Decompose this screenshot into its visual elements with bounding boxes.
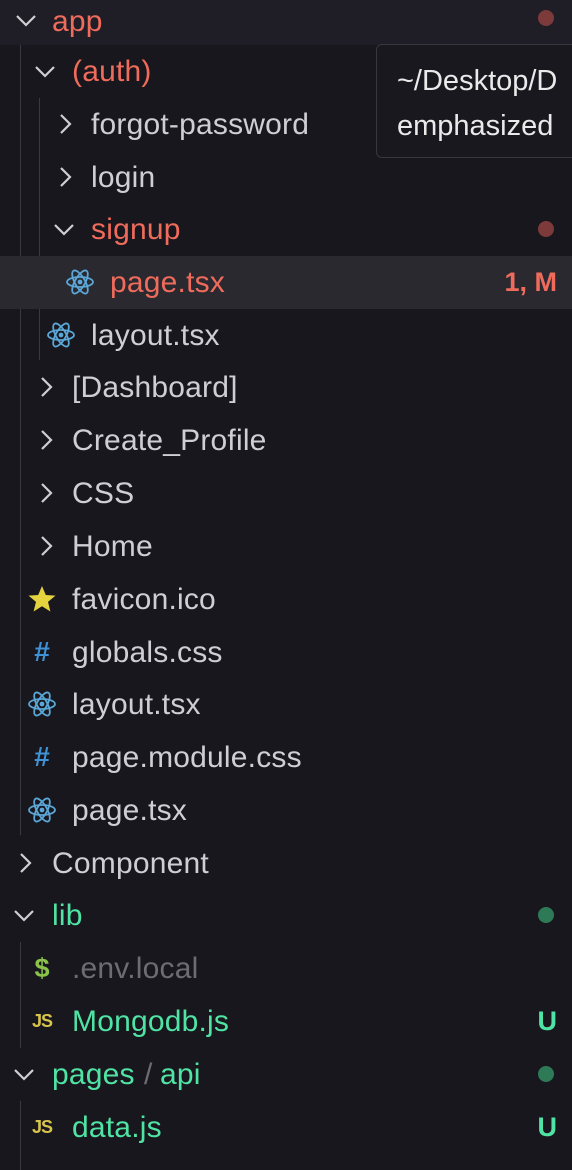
file-label-data-js: data.js xyxy=(72,1111,162,1144)
folder-label-dashboard: [Dashboard] xyxy=(72,371,238,404)
chevron-right-icon xyxy=(54,112,78,136)
chevron-right-icon xyxy=(54,165,78,189)
tooltip-path-text: ~/Desktop/D xyxy=(397,65,558,97)
tree-row-signup-page[interactable]: page.tsx 1, M xyxy=(0,256,572,309)
modified-dot xyxy=(538,10,554,26)
tree-row-dashboard[interactable]: [Dashboard] xyxy=(0,361,572,414)
tree-row-favicon[interactable]: favicon.ico xyxy=(0,573,572,626)
file-explorer-tree: app (auth) forgot-password login signup xyxy=(0,0,572,1170)
path-tooltip: ~/Desktop/D emphasized xyxy=(376,44,572,158)
tree-row-data-js[interactable]: JS data.js U xyxy=(0,1101,572,1154)
hash-icon: # xyxy=(34,636,50,667)
file-label-mongodb: Mongodb.js xyxy=(72,1005,230,1038)
file-label-auth-layout: layout.tsx xyxy=(91,319,220,352)
chevron-down-icon xyxy=(52,217,76,241)
chevron-right-icon xyxy=(35,375,59,399)
folder-label-login: login xyxy=(91,161,156,194)
react-icon xyxy=(27,689,57,719)
untracked-badge: U xyxy=(537,1006,558,1036)
file-label-signup-page: page.tsx xyxy=(110,266,226,299)
js-icon: JS xyxy=(31,1010,53,1031)
folder-label-home: Home xyxy=(72,530,153,563)
react-icon xyxy=(46,320,76,350)
react-icon xyxy=(27,795,57,825)
chevron-right-icon xyxy=(35,481,59,505)
folder-label-app: app xyxy=(52,5,103,38)
modified-dot xyxy=(538,221,554,237)
file-label-app-page: page.tsx xyxy=(72,794,188,827)
tree-row-component[interactable]: Component xyxy=(0,837,572,890)
tree-row-create-profile[interactable]: Create_Profile xyxy=(0,414,572,467)
untracked-dot xyxy=(538,1066,554,1082)
folder-label-lib: lib xyxy=(52,899,83,932)
js-icon: JS xyxy=(31,1116,53,1137)
tree-row-signup[interactable]: signup xyxy=(0,203,572,256)
folder-label-api: api xyxy=(160,1058,201,1091)
tree-row-app[interactable]: app xyxy=(0,0,572,45)
tree-row-home[interactable]: Home xyxy=(0,520,572,573)
tree-row-pages-api[interactable]: pages / api xyxy=(0,1048,572,1101)
chevron-right-icon xyxy=(35,428,59,452)
untracked-dot xyxy=(538,907,554,923)
react-icon xyxy=(65,267,95,297)
folder-label-auth: (auth) xyxy=(72,55,152,88)
file-label-globals-css: globals.css xyxy=(72,636,223,669)
dollar-icon: $ xyxy=(34,952,50,983)
tooltip-status-text: emphasized xyxy=(397,110,554,142)
folder-label-pages: pages xyxy=(52,1058,135,1091)
tree-row-page-module-css[interactable]: # page.module.css xyxy=(0,731,572,784)
folder-label-component: Component xyxy=(52,847,209,880)
chevron-down-icon xyxy=(33,59,57,83)
hash-icon: # xyxy=(34,741,50,772)
chevron-right-icon xyxy=(14,851,38,875)
tree-row-lib[interactable]: lib xyxy=(0,889,572,942)
tree-row-env-local[interactable]: $ .env.local xyxy=(0,942,572,995)
tree-row-auth-layout[interactable]: layout.tsx xyxy=(0,309,572,362)
problems-modified-badge: 1, M xyxy=(504,267,557,297)
tree-row-login[interactable]: login xyxy=(0,151,572,204)
chevron-down-icon xyxy=(12,1062,36,1086)
chevron-down-icon xyxy=(12,903,36,927)
tree-row-app-layout[interactable]: layout.tsx xyxy=(0,678,572,731)
file-label-page-module-css: page.module.css xyxy=(72,741,302,774)
star-icon xyxy=(27,584,57,614)
chevron-down-icon xyxy=(14,8,38,32)
folder-label-css: CSS xyxy=(72,477,135,510)
untracked-badge: U xyxy=(537,1112,558,1142)
folder-label-create-profile: Create_Profile xyxy=(72,424,267,457)
chevron-right-icon xyxy=(35,534,59,558)
path-separator: / xyxy=(144,1058,153,1091)
file-label-favicon: favicon.ico xyxy=(72,583,216,616)
tree-row-app-page[interactable]: page.tsx xyxy=(0,784,572,837)
tree-row-globals-css[interactable]: # globals.css xyxy=(0,626,572,679)
tree-row-mongodb[interactable]: JS Mongodb.js U xyxy=(0,995,572,1048)
tree-row-css[interactable]: CSS xyxy=(0,467,572,520)
folder-label-forgot-password: forgot-password xyxy=(91,108,310,141)
file-label-app-layout: layout.tsx xyxy=(72,688,201,721)
folder-label-signup: signup xyxy=(91,213,181,246)
file-label-env-local: .env.local xyxy=(72,952,199,985)
